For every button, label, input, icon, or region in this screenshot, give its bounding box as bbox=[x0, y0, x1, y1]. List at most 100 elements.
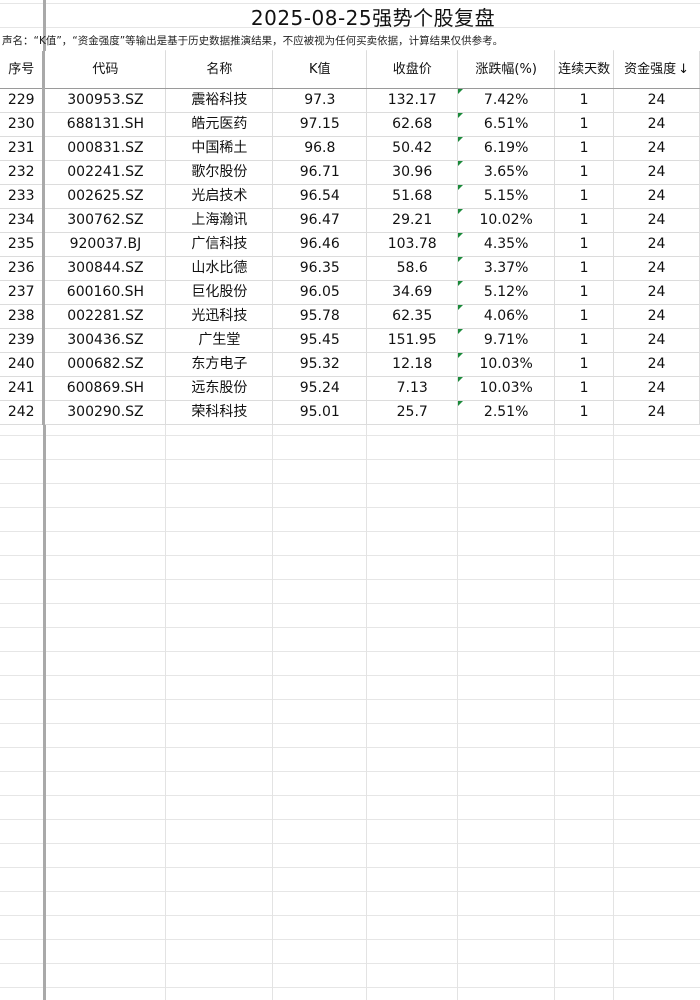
cell-name[interactable]: 歌尔股份 bbox=[165, 160, 274, 185]
cell-code[interactable]: 688131.SH bbox=[43, 112, 167, 137]
cell-code[interactable]: 300844.SZ bbox=[43, 256, 167, 281]
cell-capital-strength[interactable]: 24 bbox=[613, 400, 700, 425]
cell-code[interactable]: 920037.BJ bbox=[43, 232, 167, 257]
cell-k-value[interactable]: 97.15 bbox=[272, 112, 368, 137]
cell-close-price[interactable]: 34.69 bbox=[366, 280, 459, 305]
cell-name[interactable]: 荣科科技 bbox=[165, 400, 274, 425]
cell-consecutive-days[interactable]: 1 bbox=[554, 280, 615, 305]
cell-close-price[interactable]: 103.78 bbox=[366, 232, 459, 257]
cell-consecutive-days[interactable]: 1 bbox=[554, 376, 615, 401]
cell-name[interactable]: 巨化股份 bbox=[165, 280, 274, 305]
cell-close-price[interactable]: 29.21 bbox=[366, 208, 459, 233]
cell-consecutive-days[interactable]: 1 bbox=[554, 208, 615, 233]
cell-capital-strength[interactable]: 24 bbox=[613, 328, 700, 353]
cell-seq[interactable]: 237 bbox=[0, 280, 46, 305]
cell-name[interactable]: 光迅科技 bbox=[165, 304, 274, 329]
table-row[interactable]: 241 600869.SH 远东股份 95.24 7.13 10.03% 1 24 bbox=[0, 376, 700, 401]
cell-consecutive-days[interactable]: 1 bbox=[554, 400, 615, 425]
cell-name[interactable]: 广生堂 bbox=[165, 328, 274, 353]
cell-change-percent[interactable]: 5.12% bbox=[457, 280, 556, 305]
cell-name[interactable]: 广信科技 bbox=[165, 232, 274, 257]
cell-change-percent[interactable]: 4.35% bbox=[457, 232, 556, 257]
cell-capital-strength[interactable]: 24 bbox=[613, 112, 700, 137]
table-row[interactable]: 231 000831.SZ 中国稀土 96.8 50.42 6.19% 1 24 bbox=[0, 136, 700, 161]
table-row[interactable]: 239 300436.SZ 广生堂 95.45 151.95 9.71% 1 24 bbox=[0, 328, 700, 353]
cell-seq[interactable]: 234 bbox=[0, 208, 46, 233]
cell-k-value[interactable]: 95.78 bbox=[272, 304, 368, 329]
table-row[interactable]: 237 600160.SH 巨化股份 96.05 34.69 5.12% 1 24 bbox=[0, 280, 700, 305]
cell-capital-strength[interactable]: 24 bbox=[613, 88, 700, 113]
cell-consecutive-days[interactable]: 1 bbox=[554, 232, 615, 257]
cell-name[interactable]: 远东股份 bbox=[165, 376, 274, 401]
cell-capital-strength[interactable]: 24 bbox=[613, 160, 700, 185]
cell-capital-strength[interactable]: 24 bbox=[613, 184, 700, 209]
cell-name[interactable]: 上海瀚讯 bbox=[165, 208, 274, 233]
cell-capital-strength[interactable]: 24 bbox=[613, 376, 700, 401]
cell-code[interactable]: 300436.SZ bbox=[43, 328, 167, 353]
cell-seq[interactable]: 236 bbox=[0, 256, 46, 281]
cell-code[interactable]: 002241.SZ bbox=[43, 160, 167, 185]
cell-change-percent[interactable]: 9.71% bbox=[457, 328, 556, 353]
cell-change-percent[interactable]: 10.03% bbox=[457, 376, 556, 401]
cell-code[interactable]: 600160.SH bbox=[43, 280, 167, 305]
cell-consecutive-days[interactable]: 1 bbox=[554, 304, 615, 329]
cell-name[interactable]: 光启技术 bbox=[165, 184, 274, 209]
header-consecutive-days[interactable]: 连续天数 bbox=[554, 51, 615, 89]
cell-capital-strength[interactable]: 24 bbox=[613, 304, 700, 329]
cell-name[interactable]: 中国稀土 bbox=[165, 136, 274, 161]
cell-code[interactable]: 600869.SH bbox=[43, 376, 167, 401]
cell-capital-strength[interactable]: 24 bbox=[613, 280, 700, 305]
cell-seq[interactable]: 242 bbox=[0, 400, 46, 425]
cell-close-price[interactable]: 58.6 bbox=[366, 256, 459, 281]
cell-code[interactable]: 300762.SZ bbox=[43, 208, 167, 233]
cell-consecutive-days[interactable]: 1 bbox=[554, 352, 615, 377]
cell-k-value[interactable]: 95.32 bbox=[272, 352, 368, 377]
cell-close-price[interactable]: 51.68 bbox=[366, 184, 459, 209]
cell-consecutive-days[interactable]: 1 bbox=[554, 136, 615, 161]
cell-seq[interactable]: 239 bbox=[0, 328, 46, 353]
cell-seq[interactable]: 240 bbox=[0, 352, 46, 377]
cell-change-percent[interactable]: 6.51% bbox=[457, 112, 556, 137]
table-row[interactable]: 230 688131.SH 皓元医药 97.15 62.68 6.51% 1 24 bbox=[0, 112, 700, 137]
cell-code[interactable]: 000831.SZ bbox=[43, 136, 167, 161]
cell-close-price[interactable]: 25.7 bbox=[366, 400, 459, 425]
cell-k-value[interactable]: 95.01 bbox=[272, 400, 368, 425]
sort-descending-icon[interactable]: ↓ bbox=[678, 62, 689, 77]
cell-close-price[interactable]: 151.95 bbox=[366, 328, 459, 353]
cell-capital-strength[interactable]: 24 bbox=[613, 352, 700, 377]
table-row[interactable]: 240 000682.SZ 东方电子 95.32 12.18 10.03% 1 24 bbox=[0, 352, 700, 377]
cell-code[interactable]: 300953.SZ bbox=[43, 88, 167, 113]
cell-code[interactable]: 002281.SZ bbox=[43, 304, 167, 329]
cell-seq[interactable]: 230 bbox=[0, 112, 46, 137]
cell-close-price[interactable]: 7.13 bbox=[366, 376, 459, 401]
cell-k-value[interactable]: 95.24 bbox=[272, 376, 368, 401]
cell-name[interactable]: 震裕科技 bbox=[165, 88, 274, 113]
cell-consecutive-days[interactable]: 1 bbox=[554, 184, 615, 209]
cell-consecutive-days[interactable]: 1 bbox=[554, 88, 615, 113]
cell-k-value[interactable]: 96.54 bbox=[272, 184, 368, 209]
cell-k-value[interactable]: 96.05 bbox=[272, 280, 368, 305]
cell-seq[interactable]: 235 bbox=[0, 232, 46, 257]
header-name[interactable]: 名称 bbox=[165, 51, 274, 89]
cell-close-price[interactable]: 12.18 bbox=[366, 352, 459, 377]
cell-change-percent[interactable]: 10.02% bbox=[457, 208, 556, 233]
cell-capital-strength[interactable]: 24 bbox=[613, 232, 700, 257]
cell-k-value[interactable]: 96.47 bbox=[272, 208, 368, 233]
cell-k-value[interactable]: 96.8 bbox=[272, 136, 368, 161]
cell-consecutive-days[interactable]: 1 bbox=[554, 256, 615, 281]
cell-k-value[interactable]: 95.45 bbox=[272, 328, 368, 353]
table-row[interactable]: 232 002241.SZ 歌尔股份 96.71 30.96 3.65% 1 24 bbox=[0, 160, 700, 185]
cell-name[interactable]: 山水比德 bbox=[165, 256, 274, 281]
cell-name[interactable]: 皓元医药 bbox=[165, 112, 274, 137]
cell-change-percent[interactable]: 5.15% bbox=[457, 184, 556, 209]
cell-capital-strength[interactable]: 24 bbox=[613, 256, 700, 281]
table-row[interactable]: 234 300762.SZ 上海瀚讯 96.47 29.21 10.02% 1 24 bbox=[0, 208, 700, 233]
cell-seq[interactable]: 231 bbox=[0, 136, 46, 161]
cell-change-percent[interactable]: 3.65% bbox=[457, 160, 556, 185]
cell-change-percent[interactable]: 10.03% bbox=[457, 352, 556, 377]
header-seq[interactable]: 序号 bbox=[0, 51, 46, 89]
header-change-percent[interactable]: 涨跌幅(%) bbox=[457, 51, 556, 89]
cell-name[interactable]: 东方电子 bbox=[165, 352, 274, 377]
cell-seq[interactable]: 233 bbox=[0, 184, 46, 209]
cell-k-value[interactable]: 97.3 bbox=[272, 88, 368, 113]
